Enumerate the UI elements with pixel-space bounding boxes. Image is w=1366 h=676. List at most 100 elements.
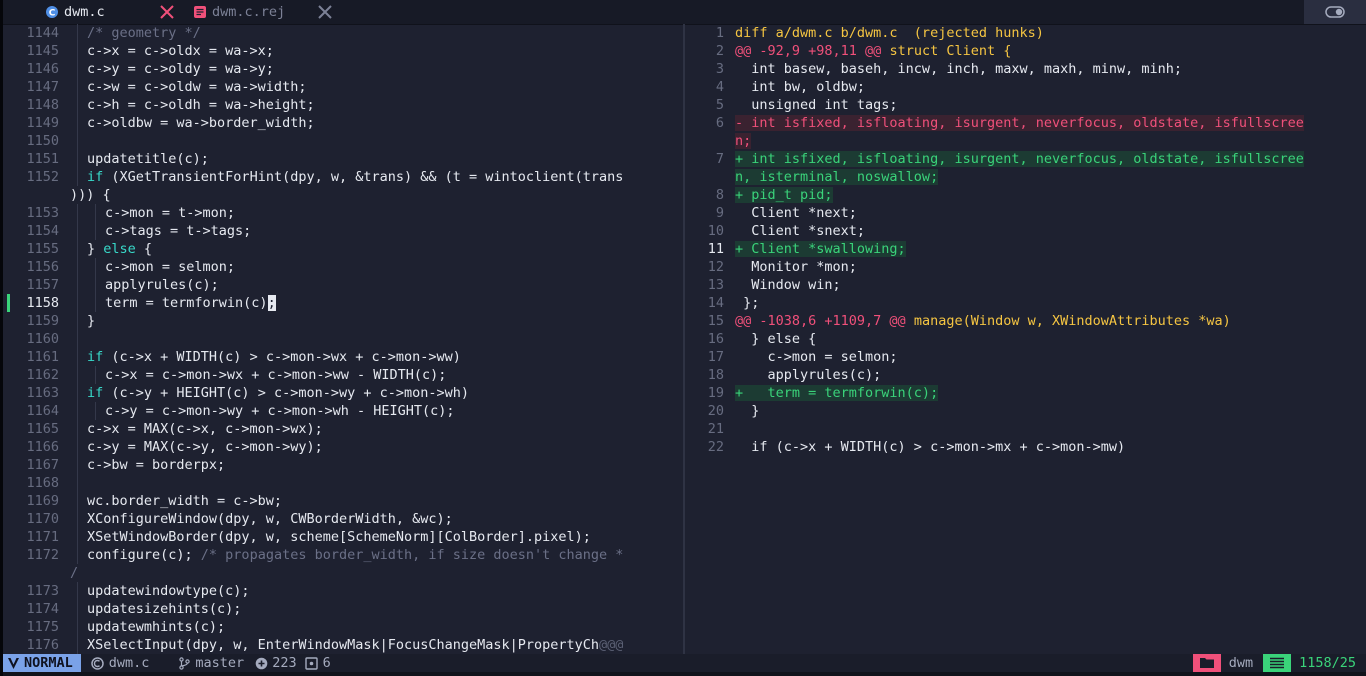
code-line[interactable]: 15 @@ -1038,6 +1109,7 @@ manage(Window w,… bbox=[686, 312, 1366, 330]
code-line[interactable]: 1154 c->tags = t->tags; bbox=[3, 222, 681, 240]
line-number: 1171 bbox=[26, 529, 59, 545]
code-line[interactable]: 9 Client *next; bbox=[686, 204, 1366, 222]
command-line[interactable] bbox=[3, 672, 1366, 676]
indent-guide bbox=[77, 438, 78, 456]
code-line[interactable]: 16 } else { bbox=[686, 330, 1366, 348]
line-number: 1170 bbox=[26, 511, 59, 527]
indent-guide bbox=[95, 294, 96, 312]
code-line[interactable]: 17 c->mon = selmon; bbox=[686, 348, 1366, 366]
code-line[interactable]: 1150 bbox=[3, 132, 681, 150]
code-line[interactable]: 1 diff a/dwm.c b/dwm.c (rejected hunks) bbox=[686, 24, 1366, 42]
code-line[interactable]: 1176 XSelectInput(dpy, w, EnterWindowMask… bbox=[3, 636, 681, 654]
code-line[interactable]: 13 Window win; bbox=[686, 276, 1366, 294]
code-line[interactable]: 1170 XConfigureWindow(dpy, w, CWBorderWid… bbox=[3, 510, 681, 528]
code-token: applyrules(c); bbox=[735, 367, 882, 383]
statusline-right: dwm 1158/25 bbox=[1192, 654, 1366, 672]
line-number: 1153 bbox=[26, 205, 59, 221]
code-line[interactable]: 1155} else { bbox=[3, 240, 681, 258]
code-token: c->y = c->mon->wy + c->mon->wh - HEIGHT(… bbox=[105, 403, 455, 419]
code-text: n; bbox=[735, 132, 752, 150]
tab-dwm-c[interactable]: C dwm.c bbox=[45, 0, 185, 24]
code-line[interactable]: 14 }; bbox=[686, 294, 1366, 312]
line-number: 1157 bbox=[26, 277, 59, 293]
line-number: 5 bbox=[715, 97, 724, 113]
indent-guide bbox=[77, 24, 78, 42]
code-line[interactable]: 2 @@ -92,9 +98,11 @@ struct Client { bbox=[686, 42, 1366, 60]
code-line[interactable]: 1168 bbox=[3, 474, 681, 492]
code-line[interactable]: 1164 c->y = c->mon->wy + c->mon->wh - HEI… bbox=[3, 402, 681, 420]
code-line[interactable]: 4 int bw, oldbw; bbox=[686, 78, 1366, 96]
code-pane-left[interactable]: 1144 /* geometry */ 1145 c->x = c->oldx = w… bbox=[3, 24, 681, 654]
line-number: 1154 bbox=[26, 223, 59, 239]
close-icon[interactable] bbox=[317, 4, 333, 20]
code-line[interactable]: 1153 c->mon = t->mon; bbox=[3, 204, 681, 222]
code-line[interactable]: 21 bbox=[686, 420, 1366, 438]
code-line[interactable]: 1144 /* geometry */ bbox=[3, 24, 681, 42]
code-line[interactable]: 1145 c->x = c->oldx = wa->x; bbox=[3, 42, 681, 60]
wrapped-code-line[interactable]: n; bbox=[686, 132, 1366, 150]
close-icon[interactable] bbox=[159, 4, 175, 20]
code-line[interactable]: 1159} bbox=[3, 312, 681, 330]
toggle-icon[interactable] bbox=[1304, 0, 1366, 24]
code-line[interactable]: 1173 updatewindowtype(c); bbox=[3, 582, 681, 600]
code-line[interactable]: 11 + Client *swallowing; bbox=[686, 240, 1366, 258]
code-line[interactable]: 1146 c->y = c->oldy = wa->y; bbox=[3, 60, 681, 78]
code-line[interactable]: 1147 c->w = c->oldw = wa->width; bbox=[3, 78, 681, 96]
code-line[interactable]: 1158 term = termforwin(c); bbox=[3, 294, 681, 312]
code-line[interactable]: 1174 updatesizehints(c); bbox=[3, 600, 681, 618]
code-line[interactable]: 1171 XSetWindowBorder(dpy, w, scheme[Sche… bbox=[3, 528, 681, 546]
code-line[interactable]: 1169 wc.border_width = c->bw; bbox=[3, 492, 681, 510]
code-line[interactable]: 1167 c->bw = borderpx; bbox=[3, 456, 681, 474]
wrapped-code-line[interactable]: n, isterminal, noswallow; bbox=[686, 168, 1366, 186]
code-line[interactable]: 1162 c->x = c->mon->wx + c->mon->ww - WID… bbox=[3, 366, 681, 384]
code-line[interactable]: 8 + pid_t pid; bbox=[686, 186, 1366, 204]
line-number: 18 bbox=[707, 367, 724, 383]
tab-dwm-c-rej[interactable]: dwm.c.rej bbox=[193, 0, 343, 24]
line-number: 1148 bbox=[26, 97, 59, 113]
code-line[interactable]: 1165 c->x = MAX(c->x, c->mon->wx); bbox=[3, 420, 681, 438]
code-text: @@ -1038,6 +1109,7 @@ manage(Window w, X… bbox=[735, 312, 1366, 330]
code-token: if bbox=[87, 169, 104, 185]
line-number: 4 bbox=[715, 79, 724, 95]
code-line[interactable]: 1148 c->h = c->oldh = wa->height; bbox=[3, 96, 681, 114]
line-number: 22 bbox=[707, 439, 724, 455]
window-separator[interactable] bbox=[683, 24, 685, 654]
code-text: updatewindowtype(c); bbox=[87, 582, 681, 600]
indent-guide bbox=[77, 276, 78, 294]
code-line[interactable]: 1163 if (c->y + HEIGHT(c) > c->mon->wy + … bbox=[3, 384, 681, 402]
code-line[interactable]: 18 applyrules(c); bbox=[686, 366, 1366, 384]
line-number: 1163 bbox=[26, 385, 59, 401]
code-token: updatewmhints(c); bbox=[87, 619, 226, 635]
code-line[interactable]: 1175 updatewmhints(c); bbox=[3, 618, 681, 636]
code-line[interactable]: 19 + term = termforwin(c); bbox=[686, 384, 1366, 402]
code-line[interactable]: 5 unsigned int tags; bbox=[686, 96, 1366, 114]
code-line[interactable]: 1151 updatetitle(c); bbox=[3, 150, 681, 168]
code-line[interactable]: 1160 bbox=[3, 330, 681, 348]
code-line[interactable]: 1161 if (c->x + WIDTH(c) > c->mon->wx + c… bbox=[3, 348, 681, 366]
code-text: diff a/dwm.c b/dwm.c (rejected hunks) bbox=[735, 24, 1366, 42]
wrapped-code-line[interactable]: / bbox=[3, 564, 681, 582]
line-number: 11 bbox=[707, 241, 724, 257]
code-line[interactable]: 1149 c->oldbw = wa->border_width; bbox=[3, 114, 681, 132]
code-line[interactable]: 20 } bbox=[686, 402, 1366, 420]
code-token: }; bbox=[735, 295, 760, 311]
code-line[interactable]: 1156 c->mon = selmon; bbox=[3, 258, 681, 276]
code-line[interactable]: 1157 applyrules(c); bbox=[3, 276, 681, 294]
code-token: n, isterminal, noswallow; bbox=[735, 169, 939, 185]
code-line[interactable]: 6 - int isfixed, isfloating, isurgent, ne… bbox=[686, 114, 1366, 132]
code-token: Monitor *mon; bbox=[735, 259, 857, 275]
code-token: } bbox=[87, 313, 96, 329]
code-text: ))) { bbox=[70, 186, 111, 204]
wrapped-code-line[interactable]: ))) { bbox=[3, 186, 681, 204]
indent-guide bbox=[77, 222, 78, 240]
code-line[interactable]: 1172 configure(c); /* propagates border_w… bbox=[3, 546, 681, 564]
code-line[interactable]: 22 if (c->x + WIDTH(c) > c->mon->mx + c-… bbox=[686, 438, 1366, 456]
code-line[interactable]: 1152 if (XGetTransientForHint(dpy, w, &tr… bbox=[3, 168, 681, 186]
code-line[interactable]: 1166 c->y = MAX(c->y, c->mon->wy); bbox=[3, 438, 681, 456]
code-line[interactable]: 7 + int isfixed, isfloating, isurgent, ne… bbox=[686, 150, 1366, 168]
code-line[interactable]: 10 Client *snext; bbox=[686, 222, 1366, 240]
code-line[interactable]: 12 Monitor *mon; bbox=[686, 258, 1366, 276]
code-line[interactable]: 3 int basew, baseh, incw, inch, maxw, ma… bbox=[686, 60, 1366, 78]
indent-guide bbox=[77, 636, 78, 654]
code-pane-right[interactable]: 1 diff a/dwm.c b/dwm.c (rejected hunks) 2 @… bbox=[686, 24, 1366, 654]
